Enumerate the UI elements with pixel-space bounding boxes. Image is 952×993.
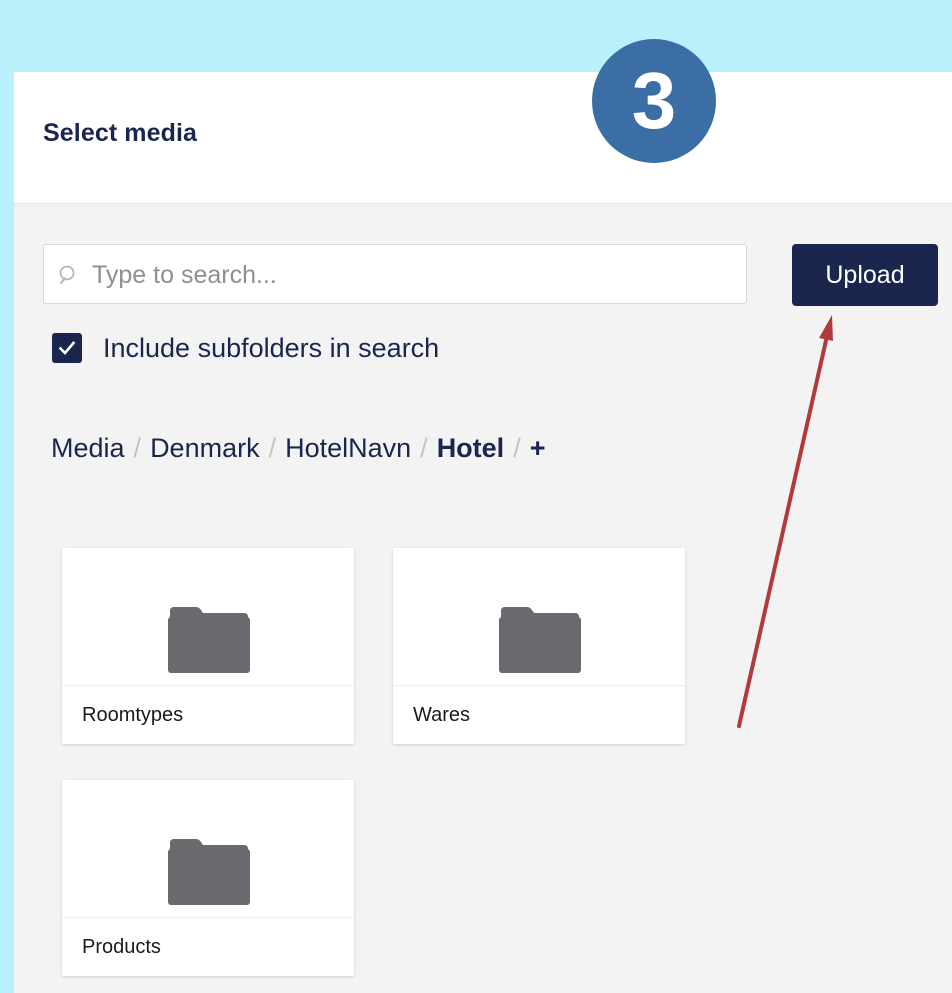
- step-number-badge: 3: [592, 39, 716, 163]
- include-subfolders-checkbox[interactable]: [52, 333, 82, 363]
- folder-icon: [499, 606, 581, 673]
- folder-icon: [168, 838, 250, 905]
- folder-name: Roomtypes: [82, 704, 184, 726]
- folder-preview: [62, 548, 354, 685]
- include-subfolders-label: Include subfolders in search: [103, 332, 440, 363]
- search-box[interactable]: [43, 244, 747, 305]
- create-folder-button[interactable]: +: [530, 433, 546, 464]
- breadcrumb-separator: /: [268, 432, 277, 463]
- folder-tile-wares[interactable]: Wares: [393, 548, 685, 744]
- breadcrumb-separator: /: [420, 432, 428, 463]
- folder-tile-products[interactable]: Products: [62, 780, 354, 976]
- dialog-header: Select media: [14, 72, 952, 204]
- breadcrumb-media[interactable]: Media: [51, 433, 125, 464]
- tile-divider: [62, 917, 354, 918]
- search-input[interactable]: [90, 245, 734, 305]
- breadcrumb-hotelnavn[interactable]: HotelNavn: [285, 433, 411, 464]
- tile-divider: [62, 685, 354, 686]
- folder-name: Wares: [413, 704, 471, 726]
- breadcrumb-denmark[interactable]: Denmark: [150, 433, 260, 464]
- breadcrumb-separator: /: [513, 432, 521, 463]
- folder-icon: [168, 606, 250, 673]
- tile-divider: [393, 685, 685, 686]
- folder-preview: [393, 548, 685, 685]
- breadcrumb-hotel: Hotel: [436, 432, 505, 463]
- select-media-dialog: Select media Upload Include subfolders i…: [14, 72, 952, 993]
- upload-button[interactable]: Upload: [792, 244, 938, 306]
- folder-name: Products: [82, 936, 161, 958]
- dialog-title: Select media: [43, 119, 198, 147]
- search-icon: [59, 265, 75, 284]
- checkmark-icon: [58, 341, 76, 355]
- breadcrumb-separator: /: [133, 432, 142, 463]
- include-subfolders-toggle[interactable]: Include subfolders in search: [52, 330, 439, 366]
- folder-tile-roomtypes[interactable]: Roomtypes: [62, 548, 354, 744]
- folder-preview: [62, 780, 354, 917]
- breadcrumb: Media / Denmark / HotelNavn / Hotel / +: [51, 428, 545, 468]
